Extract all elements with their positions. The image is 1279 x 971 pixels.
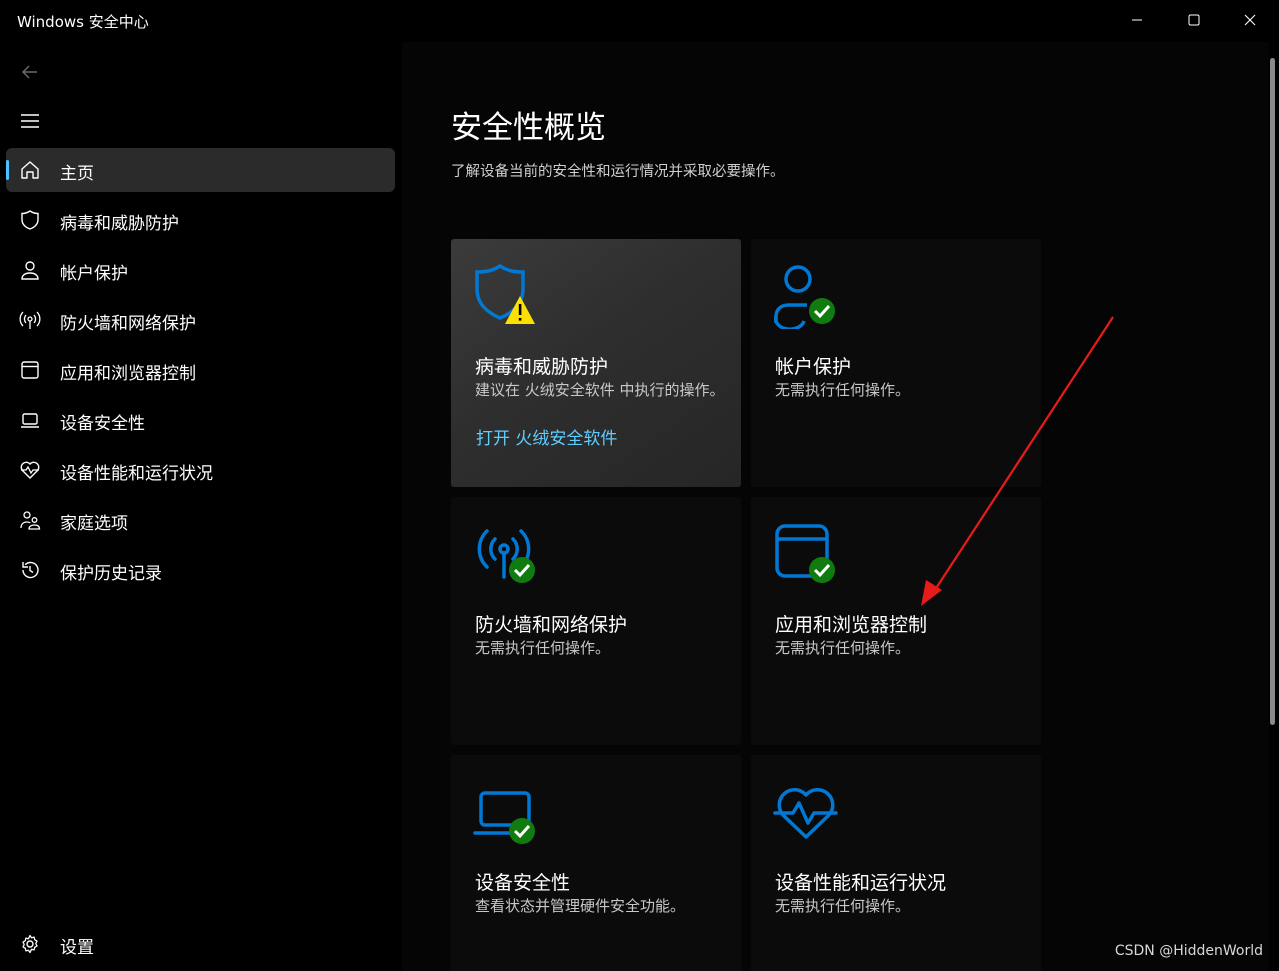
card-device-security[interactable]: 设备安全性 查看状态并管理硬件安全功能。 xyxy=(451,755,741,971)
heartbeat-icon xyxy=(18,459,42,481)
scrollbar[interactable] xyxy=(1270,58,1275,725)
shield-icon xyxy=(18,209,42,231)
maximize-button[interactable] xyxy=(1165,0,1223,40)
antenna-icon xyxy=(18,309,42,331)
sidebar-item-app-browser[interactable]: 应用和浏览器控制 xyxy=(6,348,395,392)
page-subtitle: 了解设备当前的安全性和运行情况并采取必要操作。 xyxy=(451,164,785,180)
card-description: 无需执行任何操作。 xyxy=(775,639,911,657)
minimize-icon xyxy=(1132,19,1142,21)
card-app-browser[interactable]: 应用和浏览器控制 无需执行任何操作。 xyxy=(751,497,1041,745)
back-button[interactable] xyxy=(17,59,43,85)
sidebar-item-label: 帐户保护 xyxy=(60,264,128,284)
window-icon xyxy=(18,359,42,381)
family-icon xyxy=(18,509,42,531)
sidebar-item-home[interactable]: 主页 xyxy=(6,148,395,192)
hamburger-icon xyxy=(21,114,39,128)
history-icon xyxy=(18,559,42,581)
laptop-check-icon xyxy=(473,779,539,845)
sidebar-item-account[interactable]: 帐户保护 xyxy=(6,248,395,292)
watermark: CSDN @HiddenWorld xyxy=(1114,943,1263,959)
sidebar-item-device-health[interactable]: 设备性能和运行状况 xyxy=(6,448,395,492)
sidebar-item-label: 家庭选项 xyxy=(60,514,128,534)
window-check-icon xyxy=(773,521,839,587)
home-icon xyxy=(18,159,42,181)
window-title: Windows 安全中心 xyxy=(17,13,149,31)
card-title: 设备安全性 xyxy=(475,872,571,894)
person-icon xyxy=(18,259,42,281)
page-title: 安全性概览 xyxy=(451,110,606,146)
sidebar-item-label: 主页 xyxy=(60,164,94,184)
sidebar-item-label: 设备安全性 xyxy=(60,414,145,434)
back-arrow-icon xyxy=(22,65,37,79)
sidebar: 主页 病毒和威胁防护 帐户保护 防火墙和网络保护 应用和浏览器控制 设备安全性 … xyxy=(0,42,402,971)
maximize-icon xyxy=(1188,14,1200,26)
close-button[interactable] xyxy=(1221,0,1279,40)
minimize-button[interactable] xyxy=(1108,0,1166,40)
laptop-icon xyxy=(18,409,42,431)
shield-warning-icon xyxy=(473,263,539,329)
sidebar-item-label: 防火墙和网络保护 xyxy=(60,314,196,334)
card-title: 设备性能和运行状况 xyxy=(775,872,947,894)
card-firewall[interactable]: 防火墙和网络保护 无需执行任何操作。 xyxy=(451,497,741,745)
card-description: 无需执行任何操作。 xyxy=(775,897,911,915)
sidebar-item-family[interactable]: 家庭选项 xyxy=(6,498,395,542)
card-virus-protection[interactable]: 病毒和威胁防护 建议在 火绒安全软件 中执行的操作。 打开 火绒安全软件 xyxy=(451,239,741,487)
card-description: 无需执行任何操作。 xyxy=(775,381,911,399)
close-icon xyxy=(1244,14,1256,26)
sidebar-item-history[interactable]: 保护历史记录 xyxy=(6,548,395,592)
sidebar-item-label: 设备性能和运行状况 xyxy=(60,464,213,484)
card-account-protection[interactable]: 帐户保护 无需执行任何操作。 xyxy=(751,239,1041,487)
menu-button[interactable] xyxy=(17,108,43,134)
sidebar-item-label: 病毒和威胁防护 xyxy=(60,214,179,234)
card-title: 帐户保护 xyxy=(775,356,852,378)
card-title: 防火墙和网络保护 xyxy=(475,614,628,636)
card-device-health[interactable]: 设备性能和运行状况 无需执行任何操作。 xyxy=(751,755,1041,971)
open-huorong-link[interactable]: 打开 火绒安全软件 xyxy=(476,424,617,449)
title-bar: Windows 安全中心 xyxy=(0,0,1279,42)
sidebar-item-label: 保护历史记录 xyxy=(60,564,162,584)
sidebar-item-settings[interactable]: 设置 xyxy=(6,922,395,966)
person-check-icon xyxy=(773,263,839,331)
card-title: 应用和浏览器控制 xyxy=(775,614,928,636)
gear-icon xyxy=(18,933,42,955)
sidebar-item-device-security[interactable]: 设备安全性 xyxy=(6,398,395,442)
antenna-check-icon xyxy=(473,521,539,587)
heartbeat-icon xyxy=(773,779,839,845)
card-description: 无需执行任何操作。 xyxy=(475,639,611,657)
card-title: 病毒和威胁防护 xyxy=(475,356,609,378)
card-description: 查看状态并管理硬件安全功能。 xyxy=(475,897,686,915)
card-description: 建议在 火绒安全软件 中执行的操作。 xyxy=(475,381,725,399)
sidebar-item-virus-protection[interactable]: 病毒和威胁防护 xyxy=(6,198,395,242)
sidebar-item-label: 设置 xyxy=(60,938,94,958)
sidebar-item-label: 应用和浏览器控制 xyxy=(60,364,196,384)
sidebar-item-firewall[interactable]: 防火墙和网络保护 xyxy=(6,298,395,342)
